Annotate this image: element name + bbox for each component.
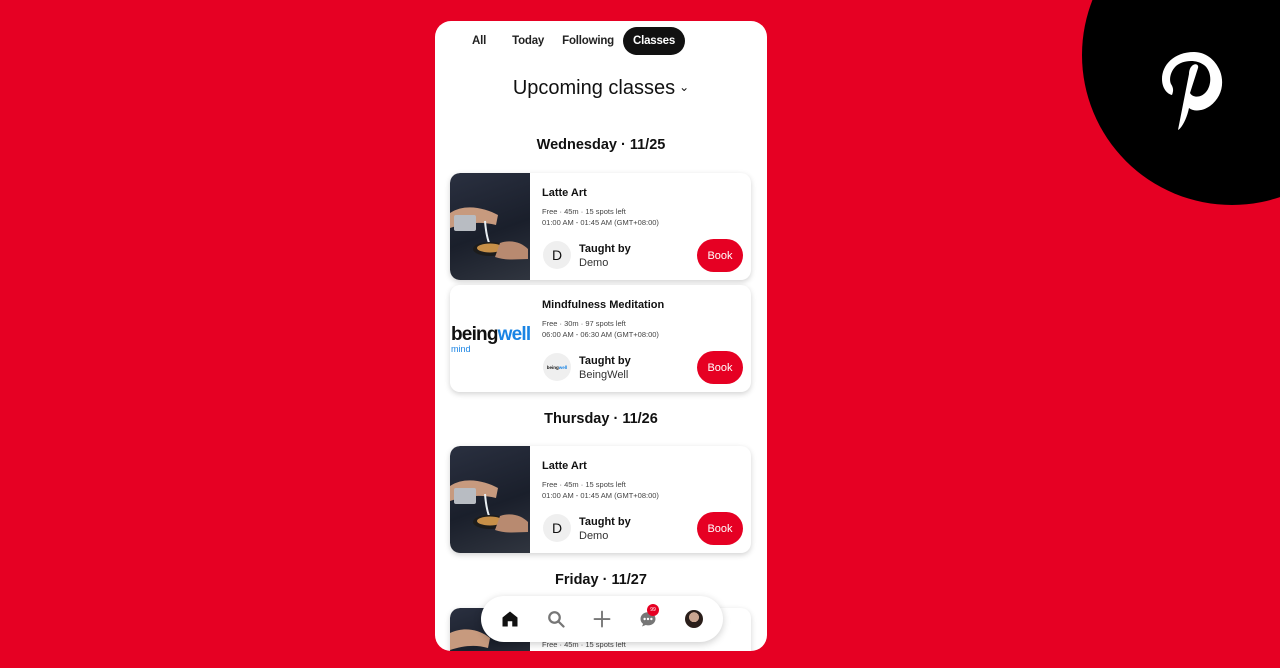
class-details: Free · 30m · 97 spots left 06:00 AM - 06…	[542, 318, 659, 340]
page-title: Upcoming classes	[512, 77, 676, 99]
avatar-icon	[685, 610, 703, 628]
class-title: Latte Art	[542, 460, 587, 472]
class-title: Latte Art	[542, 187, 587, 199]
phone-screen: All Today Following Classes Upcoming cla…	[435, 21, 767, 651]
bottom-nav: 99	[481, 596, 723, 642]
class-price-duration: Free · 30m · 97 spots left	[542, 319, 626, 328]
taught-by-label: Taught by	[579, 243, 631, 255]
beingwell-mini-logo: beingwell	[546, 364, 568, 370]
host-name[interactable]: Demo	[579, 530, 608, 542]
host-name[interactable]: Demo	[579, 257, 608, 269]
latte-art-thumbnail	[450, 446, 530, 553]
host-avatar[interactable]: beingwell	[543, 353, 571, 381]
beingwell-logo-sub: mind	[451, 343, 471, 354]
class-time: 01:00 AM - 01:45 AM (GMT+08:00)	[542, 491, 659, 500]
latte-art-image	[450, 207, 528, 260]
taught-by-label: Taught by	[579, 355, 631, 367]
nav-messages[interactable]: 99	[633, 604, 663, 634]
host-name[interactable]: BeingWell	[579, 369, 628, 381]
host-avatar[interactable]: D	[543, 514, 571, 542]
nav-profile[interactable]	[679, 604, 709, 634]
class-card[interactable]: Latte Art Free · 45m · 15 spots left 01:…	[450, 173, 751, 280]
book-button[interactable]: Book	[697, 239, 743, 272]
class-price-duration: Free · 45m · 15 spots left	[542, 480, 626, 489]
taught-by-label: Taught by	[579, 516, 631, 528]
host-avatar[interactable]: D	[543, 241, 571, 269]
class-time: 01:00 AM - 01:45 AM (GMT+08:00)	[542, 218, 659, 227]
home-icon	[502, 611, 518, 627]
beingwell-logo: beingwell	[451, 323, 530, 345]
class-card[interactable]: Latte Art Free · 45m · 15 spots left 01:…	[450, 446, 751, 553]
search-icon	[548, 611, 565, 628]
class-price-duration: Free · 45m · 15 spots left	[542, 207, 626, 216]
day-label: Thursday · 11/26	[544, 411, 658, 427]
day-label: Friday · 11/27	[555, 572, 647, 588]
beingwell-logo-thumbnail: beingwell mind	[450, 285, 530, 392]
nav-search[interactable]	[541, 604, 571, 634]
latte-art-image	[450, 480, 528, 533]
tab-today[interactable]: Today	[503, 27, 553, 55]
pinterest-logo-icon	[1162, 52, 1223, 130]
tab-all[interactable]: All	[463, 27, 495, 55]
class-title: Mindfulness Meditation	[542, 299, 665, 311]
feed-tabs: All Today Following Classes	[435, 25, 767, 57]
tab-following[interactable]: Following	[553, 27, 623, 55]
classes-filter-dropdown[interactable]: Upcoming classes ⌄	[435, 77, 767, 100]
book-button[interactable]: Book	[697, 351, 743, 384]
class-details: Free · 45m · 15 spots left 01:00 AM - 01…	[542, 206, 659, 228]
nav-home[interactable]	[495, 604, 525, 634]
chevron-down-icon: ⌄	[679, 80, 690, 94]
class-card[interactable]: beingwell mind Mindfulness Meditation Fr…	[450, 285, 751, 392]
nav-create[interactable]	[587, 604, 617, 634]
class-time: 06:00 AM - 06:30 AM (GMT+08:00)	[542, 330, 659, 339]
notification-badge: 99	[647, 604, 659, 616]
tab-classes[interactable]: Classes	[622, 27, 686, 55]
class-details: Free · 45m · 15 spots left 01:00 AM - 01…	[542, 479, 659, 501]
latte-art-thumbnail	[450, 173, 530, 280]
book-button[interactable]: Book	[697, 512, 743, 545]
day-label: Wednesday · 11/25	[536, 137, 666, 153]
plus-icon	[593, 610, 611, 628]
